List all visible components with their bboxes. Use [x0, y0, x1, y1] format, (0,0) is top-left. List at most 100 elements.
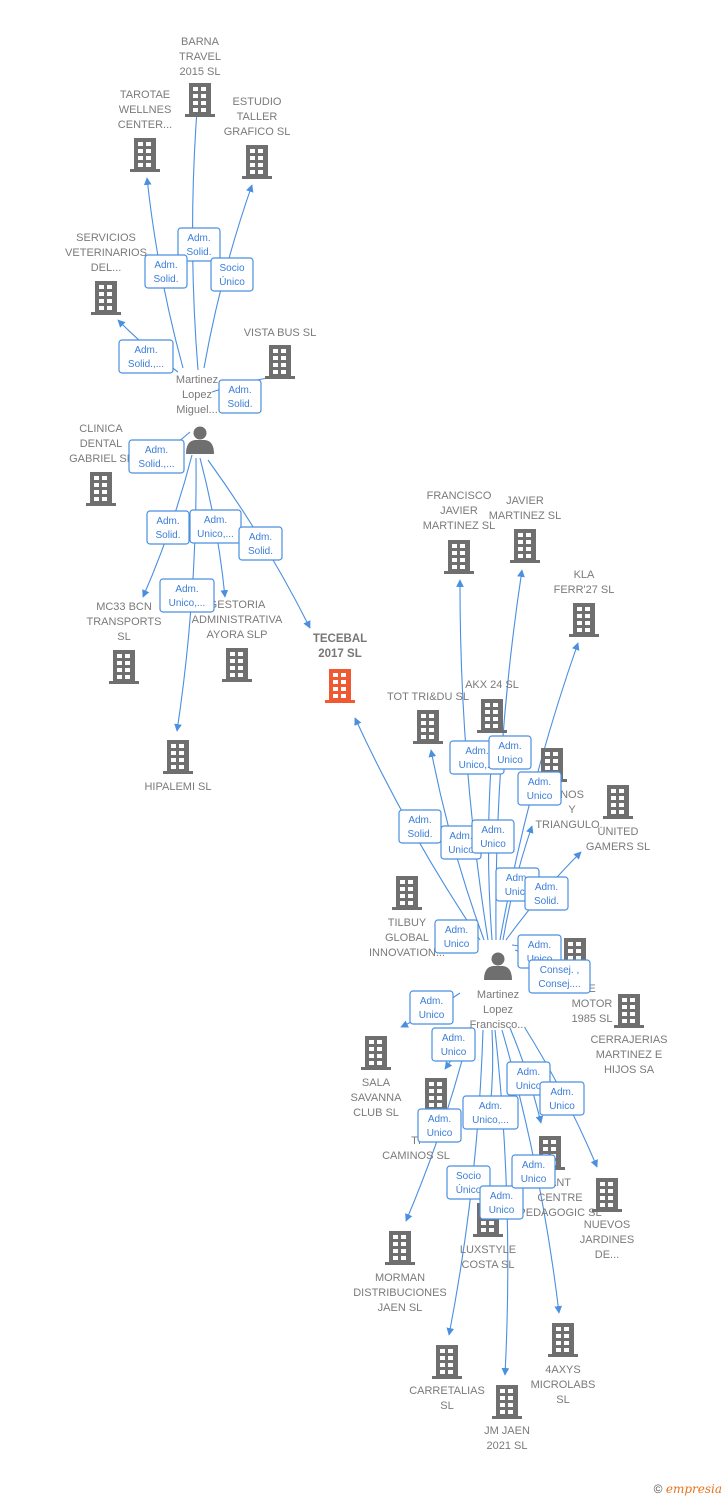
role-label[interactable]: Adm. Unico,... — [159, 578, 215, 613]
company-node-axys[interactable]: 4AXYS MICROLABS SL — [531, 1323, 596, 1406]
building-icon[interactable] — [592, 1178, 622, 1212]
company-node-vista[interactable]: VISTA BUS SL — [244, 327, 317, 379]
company-node-tarotae[interactable]: TAROTAE WELLNES CENTER... — [118, 89, 172, 172]
role-label[interactable]: Adm. Unico,... — [462, 1095, 519, 1130]
building-icon[interactable] — [413, 710, 443, 744]
role-label[interactable]: Adm. Unico — [431, 1027, 476, 1062]
building-icon[interactable] — [242, 145, 272, 179]
building-icon[interactable] — [91, 281, 121, 315]
svg-text:Único: Único — [456, 1183, 482, 1196]
building-icon[interactable] — [492, 1385, 522, 1419]
building-icon[interactable] — [222, 648, 252, 682]
building-icon[interactable] — [392, 876, 422, 910]
role-label[interactable]: Adm. Unico — [539, 1081, 585, 1116]
role-label[interactable]: Adm. Solid.,... — [118, 339, 174, 374]
svg-text:Adm.: Adm. — [228, 385, 251, 396]
company-node-francisco[interactable]: FRANCISCO JAVIER MARTINEZ SL — [423, 490, 496, 574]
svg-text:Adm.: Adm. — [408, 815, 431, 826]
role-label[interactable]: Adm. Solid. — [398, 809, 442, 844]
node-label: TAROTAE WELLNES CENTER... — [118, 89, 172, 131]
node-label: 4AXYS MICROLABS SL — [531, 1364, 596, 1406]
role-label[interactable]: Adm. Unico — [511, 1154, 556, 1189]
svg-text:Adm.: Adm. — [175, 584, 198, 595]
building-icon[interactable] — [325, 669, 355, 703]
building-icon[interactable] — [603, 785, 633, 819]
role-label[interactable]: Adm. Unico — [417, 1108, 462, 1143]
company-node-hipalemi[interactable]: HIPALEMI SL — [144, 740, 212, 793]
svg-text:Solid.: Solid. — [186, 247, 211, 258]
building-icon[interactable] — [130, 138, 160, 172]
node-label: CERRAJERIAS MARTINEZ E HIJOS SA — [590, 1034, 667, 1076]
node-label: JM JAEN 2021 SL — [484, 1425, 530, 1452]
role-label[interactable]: Adm. Solid.,... — [128, 439, 185, 474]
building-icon[interactable] — [421, 1078, 451, 1112]
node-label: JAVIER MARTINEZ SL — [489, 495, 562, 522]
company-node-mc33[interactable]: MC33 BCN TRANSPORTS SL — [87, 601, 162, 684]
node-label: ESTUDIO TALLER GRAFICO SL — [224, 96, 291, 138]
node-label: TILBUY GLOBAL INNOVATION... — [369, 917, 445, 959]
person-icon[interactable] — [484, 952, 512, 981]
svg-text:Solid.,...: Solid.,... — [138, 459, 174, 470]
building-icon[interactable] — [163, 740, 193, 774]
company-node-javier[interactable]: JAVIER MARTINEZ SL — [489, 495, 562, 563]
company-node-kla[interactable]: KLA FERR'27 SL — [554, 569, 615, 637]
role-label[interactable]: Adm. Solid. — [144, 254, 188, 289]
role-label[interactable]: Adm. Solid. — [146, 510, 190, 545]
building-icon[interactable] — [185, 83, 215, 117]
role-label[interactable]: SocioÚnico — [210, 257, 254, 292]
svg-text:Consej. ,: Consej. , — [540, 965, 579, 976]
building-icon[interactable] — [614, 994, 644, 1028]
role-label[interactable]: Adm. Solid. — [238, 526, 283, 561]
company-node-tot[interactable]: TOT TRI&DU SL — [387, 691, 469, 744]
node-label: FRANCISCO JAVIER MARTINEZ SL — [423, 490, 496, 532]
building-icon[interactable] — [548, 1323, 578, 1357]
company-node-tecebal[interactable]: TECEBAL 2017 SL — [313, 633, 367, 703]
company-node-akx[interactable]: AKX 24 SL — [465, 679, 519, 733]
company-node-estudio[interactable]: ESTUDIO TALLER GRAFICO SL — [224, 96, 291, 179]
node-label: MC33 BCN TRANSPORTS SL — [87, 601, 162, 643]
company-node-nuevos[interactable]: NUEVOS JARDINES DE... — [580, 1178, 634, 1261]
building-icon[interactable] — [86, 472, 116, 506]
building-icon[interactable] — [109, 650, 139, 684]
node-label: TOT TRI&DU SL — [387, 691, 469, 703]
svg-text:Adm.: Adm. — [187, 233, 210, 244]
company-node-carretalias[interactable]: CARRETALIAS SL — [409, 1345, 485, 1412]
role-label[interactable]: Adm. Solid. — [218, 379, 262, 414]
company-node-jmjaen[interactable]: JM JAEN 2021 SL — [484, 1385, 530, 1452]
svg-text:Adm.: Adm. — [428, 1114, 451, 1125]
building-icon[interactable] — [569, 603, 599, 637]
building-icon[interactable] — [385, 1231, 415, 1265]
role-label[interactable]: Adm. Unico — [409, 990, 454, 1025]
role-label[interactable]: Adm. Unico — [434, 919, 479, 954]
role-label[interactable]: Adm. Solid. — [524, 876, 569, 911]
role-label[interactable]: Adm. Unico — [479, 1185, 524, 1220]
role-label[interactable]: Adm. Unico — [488, 735, 532, 770]
company-node-tilbuy[interactable]: TILBUY GLOBAL INNOVATION... — [369, 876, 445, 959]
company-node-servicios[interactable]: SERVICIOS VETERINARIOS DEL... — [65, 232, 147, 315]
svg-text:Solid.: Solid. — [155, 530, 180, 541]
role-label[interactable]: Adm. Unico — [471, 819, 515, 854]
building-icon[interactable] — [444, 540, 474, 574]
svg-text:Solid.: Solid. — [248, 546, 273, 557]
role-label[interactable]: Adm. Unico,... — [189, 509, 242, 544]
building-icon[interactable] — [510, 529, 540, 563]
node-label: HIPALEMI SL — [144, 781, 211, 793]
company-node-barna[interactable]: BARNA TRAVEL 2015 SL — [179, 36, 221, 117]
building-icon[interactable] — [477, 699, 507, 733]
building-icon[interactable] — [361, 1036, 391, 1070]
svg-text:Adm.: Adm. — [204, 515, 227, 526]
role-label[interactable]: Adm. Unico — [517, 771, 562, 806]
building-icon[interactable] — [265, 345, 295, 379]
company-node-morman[interactable]: MORMAN DISTRIBUCIONES JAEN SL — [353, 1231, 447, 1314]
company-node-sala[interactable]: SALA SAVANNA CLUB SL — [351, 1036, 403, 1119]
svg-text:Solid.,...: Solid.,... — [128, 359, 164, 370]
svg-text:Adm.: Adm. — [445, 925, 468, 936]
role-label[interactable]: Consej. , Consej.... — [528, 959, 591, 994]
svg-text:Unico,...: Unico,... — [197, 529, 234, 540]
company-node-clinica[interactable]: CLINICA DENTAL GABRIEL SL — [69, 423, 133, 506]
svg-text:Solid.: Solid. — [227, 399, 252, 410]
person-icon[interactable] — [186, 426, 214, 455]
node-label: KLA FERR'27 SL — [554, 569, 615, 596]
copyright-symbol: © — [653, 1482, 663, 1496]
building-icon[interactable] — [432, 1345, 462, 1379]
